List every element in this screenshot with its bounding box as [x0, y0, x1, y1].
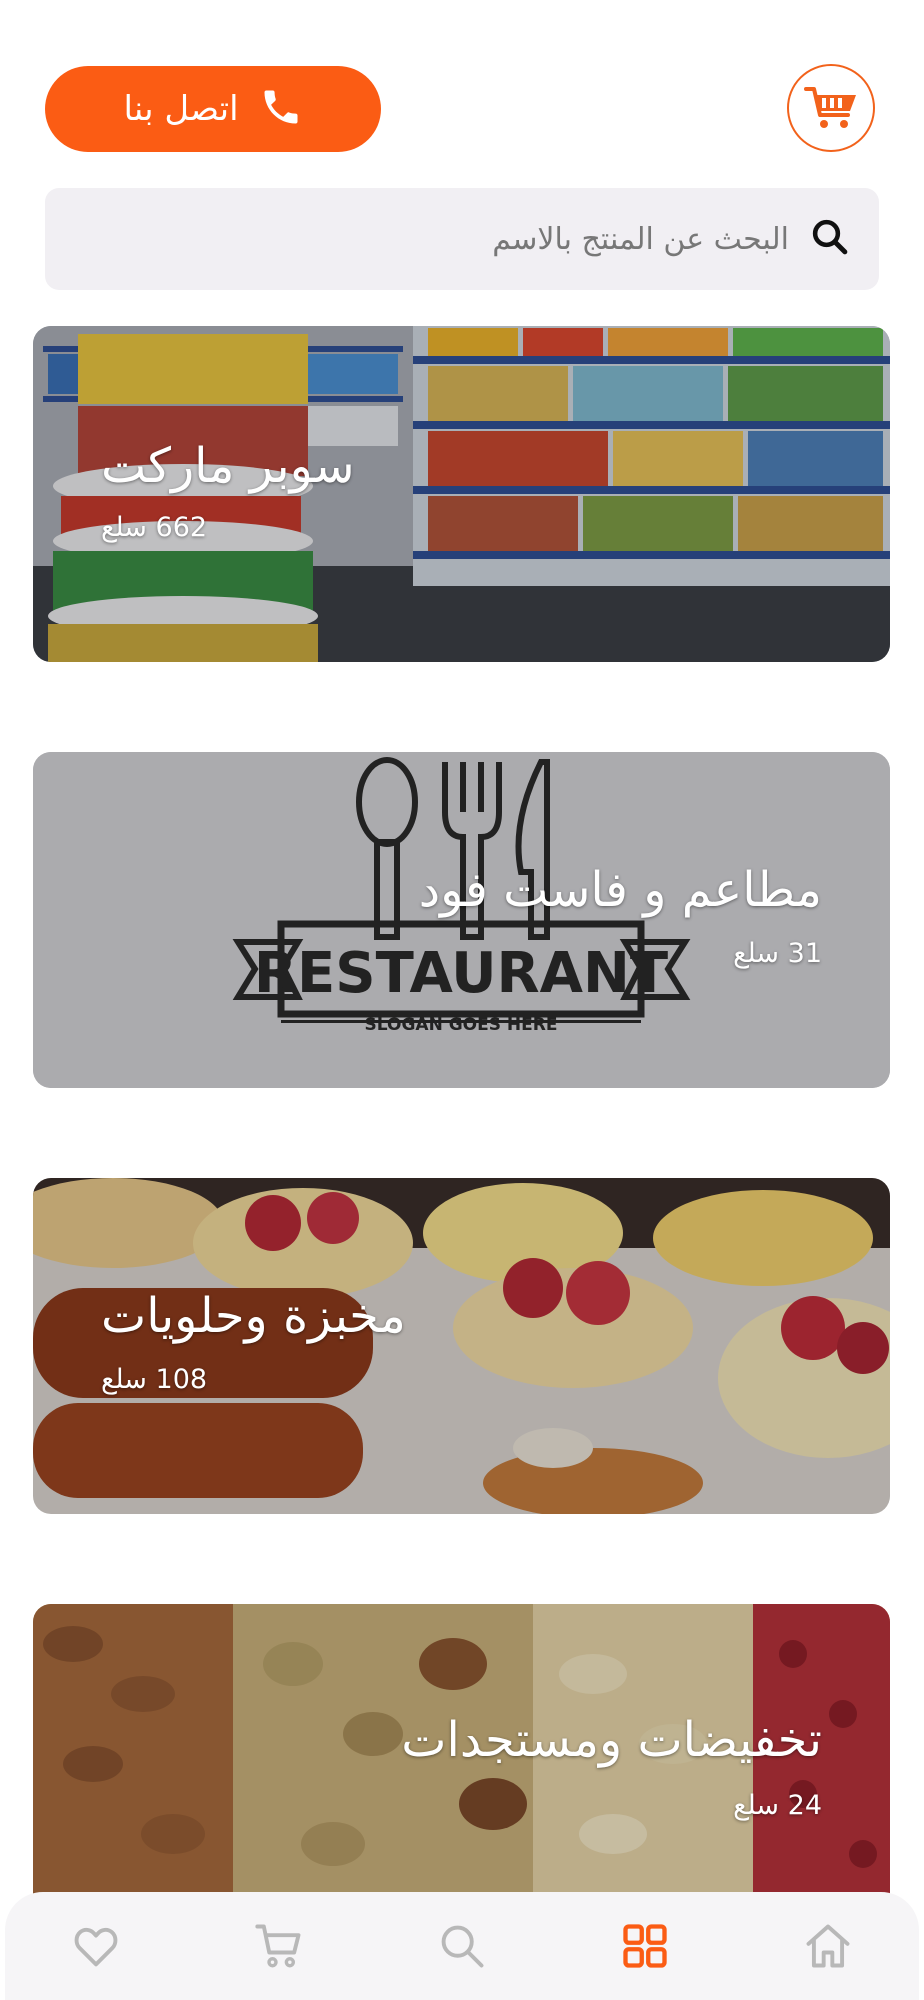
category-count: 31 سلع	[733, 938, 822, 969]
bottom-navigation	[5, 1892, 919, 2000]
category-card-bakery[interactable]: مخبزة وحلويات 108 سلع	[33, 1178, 890, 1514]
category-count: 108 سلع	[101, 1364, 208, 1395]
category-card-restaurants[interactable]: RESTAURANT SLOGAN GOES HERE مطاعم و فاست…	[33, 752, 890, 1088]
store-logo[interactable]	[787, 64, 875, 152]
nav-cart[interactable]	[229, 1906, 329, 1986]
heart-icon	[75, 1927, 118, 1967]
card-overlay	[33, 1178, 890, 1514]
nav-categories[interactable]	[595, 1906, 695, 1986]
category-count: 662 سلع	[101, 512, 208, 543]
nav-favorites[interactable]	[46, 1906, 146, 1986]
search-icon	[809, 216, 851, 262]
shopping-cart-logo-icon	[804, 87, 856, 128]
phone-icon	[259, 85, 303, 133]
home-icon	[806, 1924, 850, 1968]
restaurant-logo-text: RESTAURANT	[254, 941, 668, 1006]
search-input[interactable]: البحث عن المنتج بالاسم	[45, 188, 879, 290]
category-count: 24 سلع	[733, 1790, 822, 1821]
restaurant-logo-slogan: SLOGAN GOES HERE	[365, 1015, 558, 1035]
nav-home[interactable]	[778, 1906, 878, 1986]
grid-icon	[623, 1924, 667, 1968]
card-overlay	[33, 326, 890, 662]
category-title: سوبر ماركت	[101, 438, 355, 494]
contact-us-button[interactable]: اتصل بنا	[45, 66, 381, 152]
nav-search[interactable]	[412, 1906, 512, 1986]
category-card-supermarket[interactable]: سوبر ماركت 662 سلع	[33, 326, 890, 662]
category-card-discounts[interactable]: تخفيضات ومستجدات 24 سلع	[33, 1604, 890, 1904]
cart-icon	[255, 1924, 301, 1968]
category-title: مخبزة وحلويات	[101, 1288, 406, 1344]
search-icon	[441, 1925, 484, 1968]
category-title: تخفيضات ومستجدات	[401, 1712, 822, 1768]
category-title: مطاعم و فاست فود	[418, 862, 822, 918]
contact-us-label: اتصل بنا	[123, 89, 239, 129]
search-placeholder: البحث عن المنتج بالاسم	[492, 221, 789, 257]
restaurant-logo-image: RESTAURANT SLOGAN GOES HERE	[33, 752, 890, 1088]
